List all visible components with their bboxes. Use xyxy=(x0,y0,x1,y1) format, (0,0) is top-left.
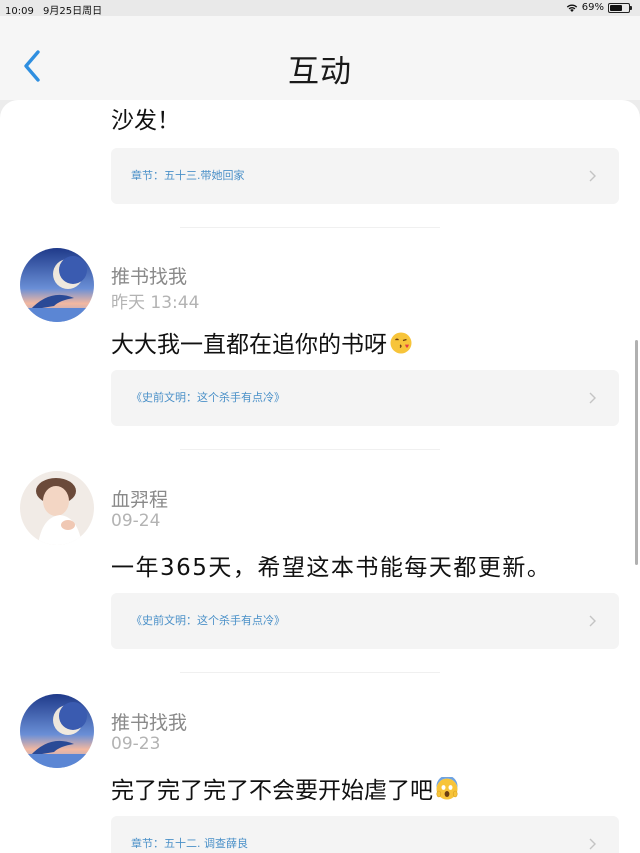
comment-reference-link[interactable]: 章节：五十三.带她回家 xyxy=(111,148,619,204)
divider xyxy=(180,227,440,228)
chevron-right-icon xyxy=(589,392,596,404)
reference-text: 《史前文明：这个杀手有点冷》 xyxy=(131,391,285,404)
scrollbar[interactable] xyxy=(635,340,638,565)
comment-text-content: 大大我一直都在追你的书呀 xyxy=(111,332,387,358)
reference-text: 章节：五十三.带她回家 xyxy=(131,169,245,182)
comment-time: 09-24 xyxy=(111,511,161,531)
screaming-face-emoji-icon xyxy=(436,777,458,800)
person-photo-avatar-icon xyxy=(20,471,94,545)
comment-username[interactable]: 推书找我 xyxy=(111,708,187,735)
comment-text: 沙发！ xyxy=(111,108,180,134)
wifi-icon xyxy=(566,4,577,12)
divider xyxy=(180,449,440,450)
comment-time: 09-23 xyxy=(111,734,161,754)
avatar[interactable] xyxy=(20,248,94,322)
comment-list[interactable]: 沙发！ 章节：五十三.带她回家 推书找我 昨天 13:44 大大我一直都在追你的 xyxy=(0,100,640,853)
divider xyxy=(180,672,440,673)
battery-percent: 69% xyxy=(581,2,604,13)
comment-text: 一年365天，希望这本书能每天都更新。 xyxy=(111,555,552,581)
comment-reference-link[interactable]: 《史前文明：这个杀手有点冷》 xyxy=(111,370,619,426)
nav-bar: 互动 xyxy=(0,16,640,100)
status-bar: 10:09 9月25日周日 69% xyxy=(0,0,640,17)
whale-moon-avatar-icon xyxy=(20,248,94,322)
battery-fill xyxy=(610,4,623,11)
comment-text: 完了完了完了不会要开始虐了吧 xyxy=(111,771,459,805)
comment-username[interactable]: 血羿程 xyxy=(111,485,168,512)
comment-time: 昨天 13:44 xyxy=(111,293,200,313)
chevron-right-icon xyxy=(589,838,596,850)
whale-moon-avatar-icon xyxy=(20,694,94,768)
avatar[interactable] xyxy=(20,471,94,545)
avatar[interactable] xyxy=(20,694,94,768)
reference-text: 章节：五十二. 调查薛良 xyxy=(131,837,248,850)
page-title: 互动 xyxy=(288,54,352,90)
reference-text: 《史前文明：这个杀手有点冷》 xyxy=(131,614,285,627)
kissing-face-emoji-icon xyxy=(390,332,412,354)
comment-reference-link[interactable]: 章节：五十二. 调查薛良 xyxy=(111,816,619,853)
comment-reference-link[interactable]: 《史前文明：这个杀手有点冷》 xyxy=(111,593,619,649)
battery-icon xyxy=(608,2,632,13)
comment-text: 大大我一直都在追你的书呀 xyxy=(111,325,413,359)
chevron-right-icon xyxy=(589,615,596,627)
comment-text-content: 完了完了完了不会要开始虐了吧 xyxy=(111,778,433,804)
comment-username[interactable]: 推书找我 xyxy=(111,262,187,289)
chevron-right-icon xyxy=(589,170,596,182)
